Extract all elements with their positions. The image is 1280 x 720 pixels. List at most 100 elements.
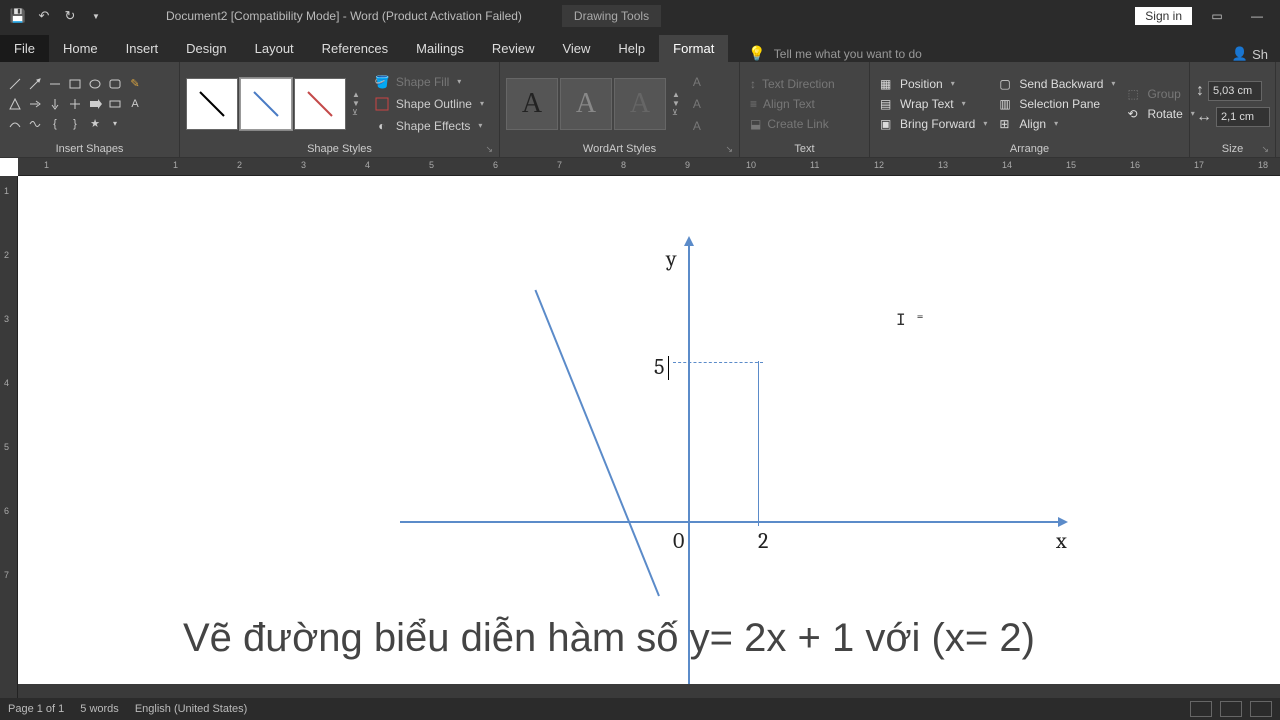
share-icon: 👤 (1232, 46, 1248, 62)
shape-outline-button[interactable]: Shape Outline▾ (370, 94, 488, 114)
group-text: ↕Text Direction ≡Align Text ⬓Create Link… (740, 62, 870, 157)
height-input[interactable] (1208, 81, 1262, 101)
tab-home[interactable]: Home (49, 35, 112, 62)
page: y x 0 2 5 I ⁼ Vẽ đường biểu diễn hàm số … (18, 176, 1280, 698)
forward-icon: ▣ (880, 117, 894, 131)
read-mode-icon[interactable] (1190, 701, 1212, 717)
x-axis[interactable] (400, 521, 1060, 523)
group-icon: ⬚ (1127, 87, 1141, 101)
origin-label: 0 (673, 528, 684, 554)
tab-layout[interactable]: Layout (241, 35, 308, 62)
create-link-button: ⬓Create Link (746, 116, 839, 132)
menu-tabs: File Home Insert Design Layout Reference… (0, 32, 1280, 62)
word-count[interactable]: 5 words (80, 703, 119, 715)
tab-file[interactable]: File (0, 35, 49, 62)
gallery-up-icon[interactable]: ▲ (352, 90, 360, 99)
tell-me-placeholder: Tell me what you want to do (774, 47, 922, 61)
group-size: ↕ ↔ Size↘ (1190, 62, 1276, 157)
y-axis-label: y (666, 246, 677, 272)
group-label-insert-shapes: Insert Shapes (6, 141, 173, 157)
bring-forward-button[interactable]: ▣Bring Forward▾ (876, 116, 991, 132)
web-layout-icon[interactable] (1250, 701, 1272, 717)
tab-help[interactable]: Help (604, 35, 659, 62)
mouse-cursor-icon: I ⁼ (896, 310, 925, 329)
align-button[interactable]: ⊞Align▾ (995, 116, 1119, 132)
context-tab-drawing-tools: Drawing Tools (562, 5, 661, 27)
group-arrange: ▦Position▾ ▤Wrap Text▾ ▣Bring Forward▾ ▢… (870, 62, 1190, 157)
minimize-icon[interactable]: — (1242, 1, 1272, 31)
send-backward-button[interactable]: ▢Send Backward▾ (995, 76, 1119, 92)
effects-icon: ◐ (374, 118, 390, 134)
horizontal-scrollbar[interactable] (18, 684, 1280, 698)
text-effects-icon[interactable]: A (688, 117, 706, 135)
save-icon[interactable]: 💾 (8, 6, 28, 26)
launcher-icon[interactable]: ↘ (485, 144, 493, 155)
link-icon: ⬓ (750, 117, 761, 131)
share-button[interactable]: 👤 Sh (1232, 46, 1280, 62)
x-axis-label: x (1056, 528, 1067, 554)
outline-icon (374, 96, 390, 112)
wrap-icon: ▤ (880, 97, 894, 111)
shape-effects-button[interactable]: ◐ Shape Effects▾ (370, 116, 488, 136)
selection-pane-button[interactable]: ▥Selection Pane (995, 96, 1119, 112)
vertical-guide[interactable] (758, 361, 759, 526)
sign-in-button[interactable]: Sign in (1135, 7, 1192, 25)
tab-format[interactable]: Format (659, 35, 728, 62)
document-area[interactable]: y x 0 2 5 I ⁼ Vẽ đường biểu diễn hàm số … (18, 176, 1280, 698)
group-wordart-styles: A A A ▲▼⊻ A A A WordArt Styles↘ (500, 62, 740, 157)
text-cursor (668, 356, 669, 380)
position-button[interactable]: ▦Position▾ (876, 76, 991, 92)
group-insert-shapes: ✎ A { } ★ ▾ Insert Shapes (0, 62, 180, 157)
redo-icon[interactable]: ↻ (60, 6, 80, 26)
tell-me-search[interactable]: 💡 Tell me what you want to do (748, 45, 922, 62)
tab-view[interactable]: View (548, 35, 604, 62)
text-fill-icon[interactable]: A (688, 73, 706, 91)
text-outline-icon[interactable]: A (688, 95, 706, 113)
x-tick-2: 2 (758, 528, 768, 554)
align-text-icon: ≡ (750, 97, 757, 111)
lightbulb-icon: 💡 (748, 45, 765, 62)
ribbon-options-icon[interactable]: ▭ (1202, 1, 1232, 31)
wordart-gallery[interactable]: A A A (506, 78, 666, 130)
vertical-ruler[interactable]: 1 2 3 4 5 6 7 (0, 176, 18, 698)
tab-references[interactable]: References (308, 35, 402, 62)
gallery-down-icon[interactable]: ▼ (352, 99, 360, 108)
position-icon: ▦ (880, 77, 894, 91)
qat-customize-icon[interactable]: ▼ (86, 6, 106, 26)
fill-icon: 🪣 (374, 74, 390, 90)
title-bar: 💾 ↶ ↻ ▼ Document2 [Compatibility Mode] -… (0, 0, 1280, 32)
print-layout-icon[interactable] (1220, 701, 1242, 717)
width-input[interactable] (1216, 107, 1270, 127)
align-text-button: ≡Align Text (746, 96, 839, 112)
tab-insert[interactable]: Insert (112, 35, 173, 62)
gallery-more-icon[interactable]: ⊻ (352, 108, 360, 117)
function-line[interactable] (534, 290, 659, 597)
height-icon: ↕ (1196, 82, 1204, 100)
text-direction-icon: ↕ (750, 77, 756, 91)
rotate-button[interactable]: ⟲Rotate▾ (1123, 106, 1198, 122)
horizontal-dash-guide[interactable] (673, 362, 763, 363)
group-label-wordart: WordArt Styles↘ (506, 141, 733, 157)
rotate-icon: ⟲ (1127, 107, 1141, 121)
shapes-gallery[interactable]: ✎ A { } ★ ▾ (6, 75, 144, 133)
tab-review[interactable]: Review (478, 35, 549, 62)
shape-fill-button[interactable]: 🪣 Shape Fill▾ (370, 72, 488, 92)
language-indicator[interactable]: English (United States) (135, 703, 248, 715)
group-button: ⬚Group (1123, 86, 1198, 102)
tab-mailings[interactable]: Mailings (402, 35, 478, 62)
wrap-text-button[interactable]: ▤Wrap Text▾ (876, 96, 991, 112)
shape-style-gallery[interactable] (186, 78, 346, 130)
group-shape-styles: ▲ ▼ ⊻ 🪣 Shape Fill▾ Shape Outline▾ ◐ Sha… (180, 62, 500, 157)
caption-text: Vẽ đường biểu diễn hàm số y= 2x + 1 với … (183, 616, 1035, 661)
document-title: Document2 [Compatibility Mode] - Word (P… (166, 9, 522, 23)
page-indicator[interactable]: Page 1 of 1 (8, 703, 64, 715)
ribbon: ✎ A { } ★ ▾ Insert Shapes (0, 62, 1280, 158)
text-direction-button: ↕Text Direction (746, 76, 839, 92)
group-label-size: Size↘ (1196, 141, 1269, 157)
backward-icon: ▢ (999, 77, 1013, 91)
status-bar: Page 1 of 1 5 words English (United Stat… (0, 698, 1280, 720)
tab-design[interactable]: Design (172, 35, 240, 62)
undo-icon[interactable]: ↶ (34, 6, 54, 26)
group-label-shape-styles: Shape Styles↘ (186, 141, 493, 157)
horizontal-ruler[interactable]: 1 1 2 3 4 5 6 7 8 9 10 11 12 13 14 15 16… (18, 158, 1280, 176)
